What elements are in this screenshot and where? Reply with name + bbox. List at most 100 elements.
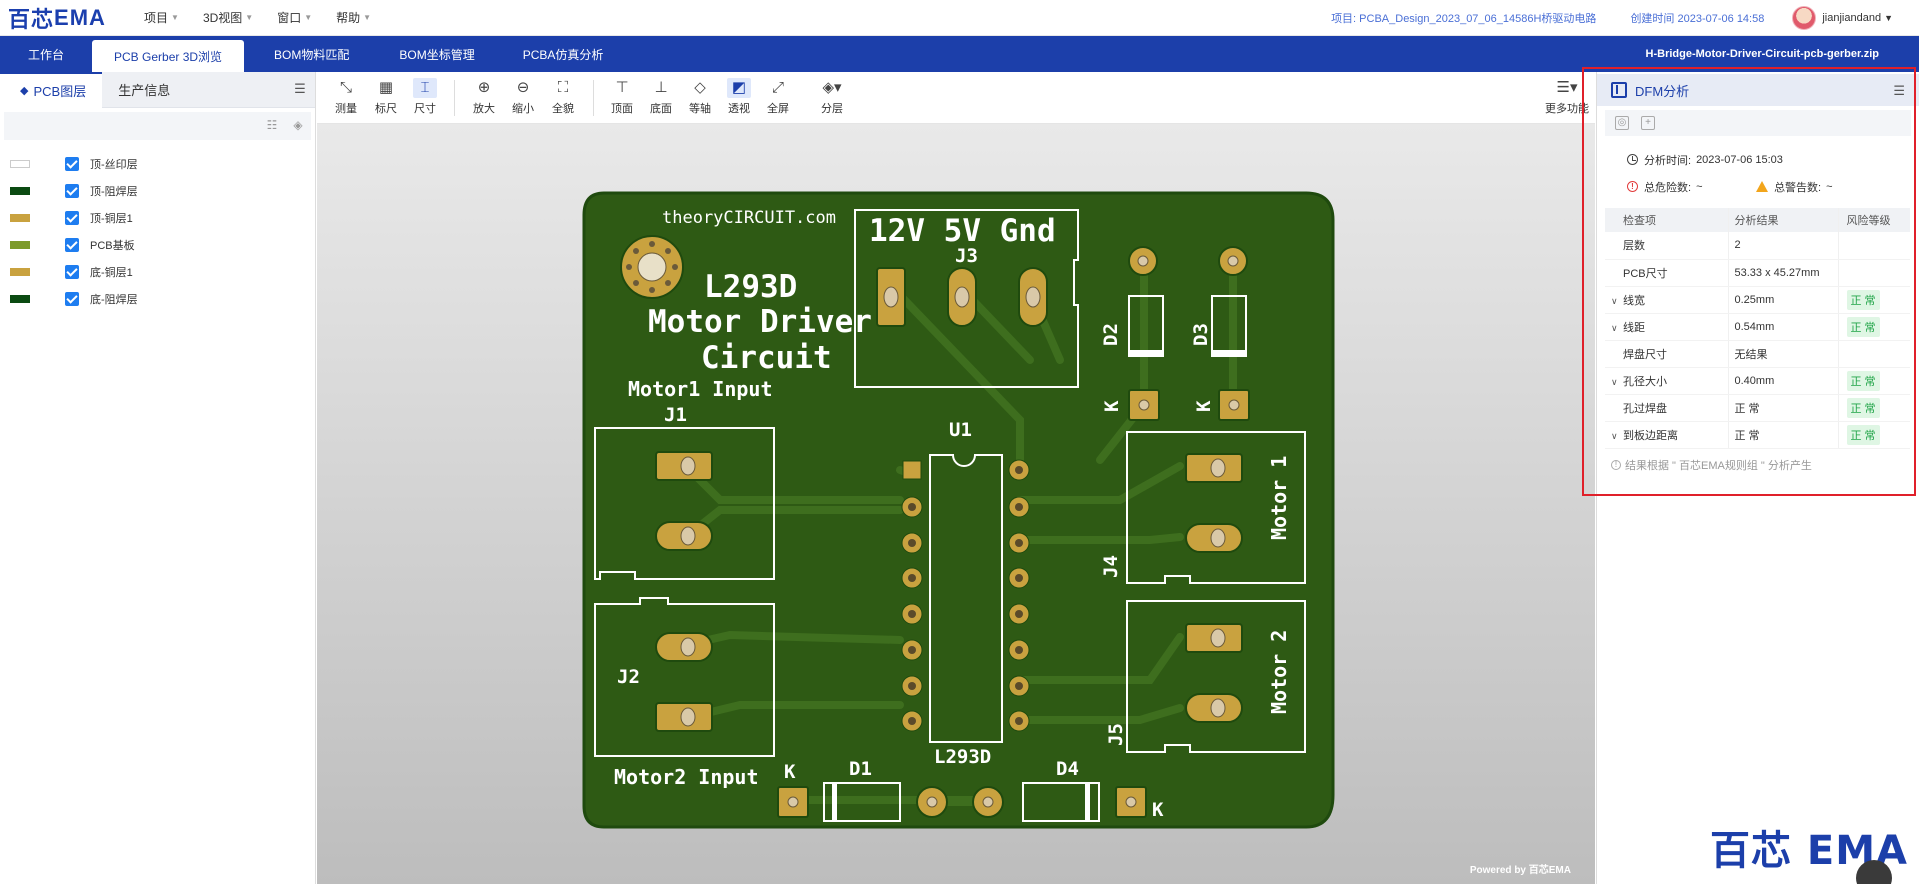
layer-item[interactable]: 底-铜层1 bbox=[0, 258, 315, 285]
check-result: 53.33 x 45.27mm bbox=[1734, 266, 1820, 279]
user-menu[interactable]: jianjiandand ▼ bbox=[1792, 6, 1893, 30]
check-item: 孔过焊盘 bbox=[1623, 402, 1667, 415]
layer-visibility-checkbox[interactable] bbox=[65, 183, 79, 198]
silk-title1: L293D bbox=[704, 269, 797, 305]
layer-item[interactable]: PCB基板 bbox=[0, 231, 315, 258]
menu-project-label: 项目 bbox=[144, 11, 169, 25]
chevron-down-icon[interactable]: ∨ bbox=[1611, 296, 1623, 307]
risk-badge: 正 常 bbox=[1846, 397, 1880, 418]
chevron-down-icon: ▼ bbox=[171, 13, 179, 22]
dimension-label: 尺寸 bbox=[414, 103, 436, 115]
app-logo[interactable]: 百芯 EMA bbox=[0, 2, 132, 34]
camera-icon[interactable]: ◎ bbox=[1615, 116, 1629, 130]
layer-item[interactable]: 顶-阻焊层 bbox=[0, 177, 315, 204]
check-result: 0.40mm bbox=[1734, 374, 1775, 387]
measure-button[interactable]: ⤡ 测量 bbox=[327, 78, 365, 122]
avatar bbox=[1792, 6, 1817, 30]
tab-pcb-layers-label: PCB图层 bbox=[33, 84, 87, 99]
menu-project[interactable]: 项目 ▼ bbox=[132, 9, 191, 26]
logo-text: EMA bbox=[54, 4, 106, 30]
more-functions-button[interactable]: ☰▾ 更多功能 bbox=[1541, 78, 1593, 122]
layer-visibility-checkbox[interactable] bbox=[65, 156, 79, 171]
chevron-down-icon[interactable]: ∨ bbox=[1611, 323, 1623, 334]
zoom-in-button[interactable]: ⊕ 放大 bbox=[465, 78, 503, 122]
table-row[interactable]: ∨ 线距 0.54mm 正 常 bbox=[1605, 313, 1910, 341]
layer-name: 底-阻焊层 bbox=[90, 293, 138, 306]
tab-pcb-gerber-3d[interactable]: PCB Gerber 3D浏览 bbox=[92, 40, 245, 72]
collapse-panel-icon[interactable]: ☰ bbox=[293, 82, 307, 96]
top-view-button[interactable]: ⊤ 顶面 bbox=[603, 78, 641, 122]
layers-button[interactable]: ◈▾ 分层 bbox=[813, 78, 851, 122]
silk-j4: J4 bbox=[1100, 555, 1122, 578]
dfm-results-table: 检查项 分析结果 风险等级 层数 2 PCB尺寸 53.33 x 45.27mm bbox=[1605, 208, 1910, 449]
pcb-3d-viewer[interactable]: ⤡ 测量 ▦ 标尺 ⌶ 尺寸 ⊕ 放大 ⊖ 缩小 ⛶ 全貌 ⊤ 顶面 ⊥ 底面 ◇ 等轴 ◩ 透视 … bbox=[317, 72, 1595, 884]
app-window: 百芯 EMA 项目 ▼ 3D视图 ▼ 窗口 ▼ 帮助 ▼ 项目: PCBA_Design… bbox=[0, 0, 1919, 884]
layer-name: 顶-铜层1 bbox=[90, 212, 133, 225]
layer-item[interactable]: 顶-铜层1 bbox=[0, 204, 315, 231]
fit-view-button[interactable]: ⛶ 全貌 bbox=[544, 78, 582, 122]
menu-window[interactable]: 窗口 ▼ bbox=[265, 9, 324, 26]
list-view-icon[interactable]: ☷ bbox=[264, 118, 280, 132]
layers-label: 分层 bbox=[821, 103, 843, 115]
dfm-note: ! 结果根据 " 百芯EMA规则组 " 分析产生 bbox=[1597, 457, 1919, 473]
measure-label: 测量 bbox=[335, 103, 357, 115]
logo-mark: 百芯 bbox=[8, 7, 55, 33]
tab-bom-coordinates[interactable]: BOM坐标管理 bbox=[377, 40, 496, 68]
chevron-down-icon: ▼ bbox=[363, 13, 372, 22]
info-icon: ! bbox=[1611, 459, 1621, 470]
layer-visibility-checkbox[interactable] bbox=[65, 237, 79, 252]
zoom-out-icon: ⊖ bbox=[516, 79, 530, 96]
dimension-button[interactable]: ⌶ 尺寸 bbox=[406, 78, 444, 122]
risk-badge: 正 常 bbox=[1846, 316, 1880, 337]
check-item: 孔径大小 bbox=[1623, 375, 1667, 388]
ruler-button[interactable]: ▦ 标尺 bbox=[367, 78, 405, 122]
zoom-out-button[interactable]: ⊖ 缩小 bbox=[504, 78, 542, 122]
silk-d1: D1 bbox=[849, 758, 872, 780]
chevron-down-icon[interactable]: ∨ bbox=[1611, 377, 1623, 388]
tab-production-info-label: 生产信息 bbox=[118, 83, 171, 98]
dfm-panel: DFM分析 ☰ ◎ + 分析时间: 2023-07-06 15:03 ! 总危险… bbox=[1596, 72, 1919, 884]
add-icon[interactable]: + bbox=[1641, 116, 1655, 130]
tab-pcba-simulation[interactable]: PCBA仿真分析 bbox=[501, 40, 626, 68]
tab-workbench[interactable]: 工作台 bbox=[0, 40, 86, 68]
check-result: 2 bbox=[1734, 239, 1741, 252]
column-header: 检查项 bbox=[1605, 208, 1728, 232]
layer-color-swatch bbox=[10, 186, 30, 195]
layer-visibility-checkbox[interactable] bbox=[65, 210, 79, 225]
silk-d2: D2 bbox=[1100, 323, 1122, 346]
layer-visibility-checkbox[interactable] bbox=[65, 264, 79, 279]
bottom-view-button[interactable]: ⊥ 底面 bbox=[642, 78, 680, 122]
check-item: PCB尺寸 bbox=[1623, 267, 1668, 280]
transparent-button[interactable]: ◩ 透视 bbox=[720, 78, 758, 122]
fullscreen-button[interactable]: ⤢ 全屏 bbox=[759, 78, 797, 122]
powered-by-label: Powered by 百芯EMA bbox=[1469, 865, 1571, 876]
silk-l293d: L293D bbox=[934, 746, 991, 768]
project-name[interactable]: 项目: PCBA_Design_2023_07_06_14586H桥驱动电路 bbox=[1331, 10, 1596, 26]
fullscreen-label: 全屏 bbox=[767, 103, 789, 115]
table-row[interactable]: ∨ 到板边距离 正 常 正 常 bbox=[1605, 421, 1910, 449]
username: jianjiandand bbox=[1822, 12, 1882, 24]
menu-help[interactable]: 帮助 ▼ bbox=[324, 9, 383, 26]
tab-production-info[interactable]: 生产信息 bbox=[102, 72, 186, 108]
bottom-view-label: 底面 bbox=[650, 103, 672, 115]
table-row[interactable]: ∨ 线宽 0.25mm 正 常 bbox=[1605, 286, 1910, 314]
dimension-icon: ⌶ bbox=[413, 78, 437, 98]
transparent-label: 透视 bbox=[728, 103, 750, 115]
analysis-time-value: 2023-07-06 15:03 bbox=[1696, 153, 1783, 166]
table-row: 层数 2 bbox=[1605, 232, 1910, 260]
menu-3d-view[interactable]: 3D视图 ▼ bbox=[191, 9, 265, 26]
layer-item[interactable]: 底-阻焊层 bbox=[0, 285, 315, 312]
isometric-button[interactable]: ◇ 等轴 bbox=[681, 78, 719, 122]
danger-icon: ! bbox=[1627, 181, 1638, 192]
chevron-down-icon[interactable]: ∨ bbox=[1611, 431, 1623, 442]
top-view-label: 顶面 bbox=[611, 103, 633, 115]
layer-item[interactable]: 顶-丝印层 bbox=[0, 150, 315, 177]
layer-visibility-checkbox[interactable] bbox=[65, 291, 79, 306]
menu-help-label: 帮助 bbox=[336, 11, 361, 25]
layer-stack-icon[interactable]: ◈ bbox=[290, 118, 306, 132]
risk-badge: 正 常 bbox=[1846, 424, 1880, 445]
collapse-panel-icon[interactable]: ☰ bbox=[1893, 83, 1905, 99]
tab-bom-match[interactable]: BOM物料匹配 bbox=[252, 40, 371, 68]
table-row[interactable]: ∨ 孔径大小 0.40mm 正 常 bbox=[1605, 367, 1910, 395]
tab-pcb-layers[interactable]: ◆ PCB图层 bbox=[0, 71, 103, 108]
